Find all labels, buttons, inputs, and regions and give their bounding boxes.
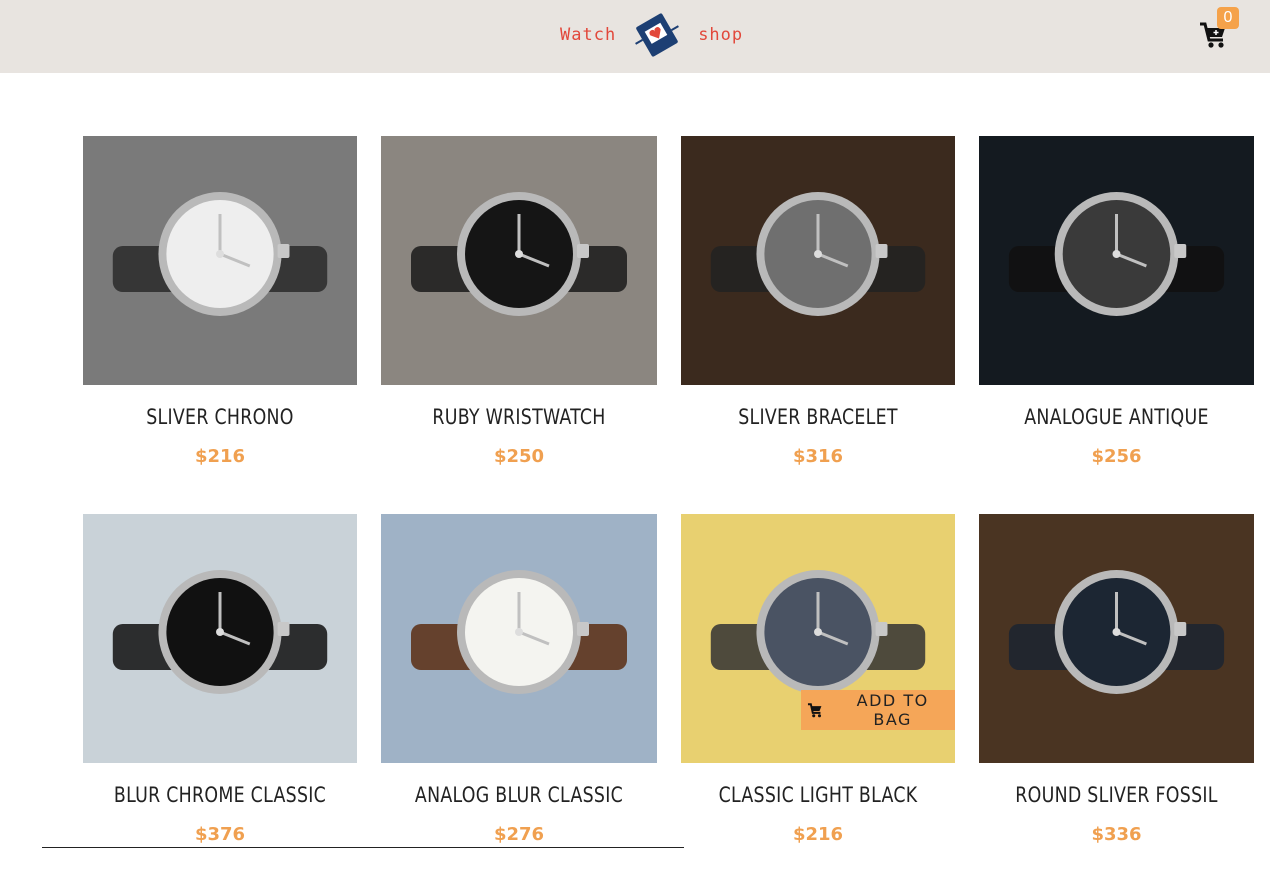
product-price: $336 bbox=[1091, 824, 1142, 845]
product-card[interactable]: BLUR CHROME CLASSIC $376 bbox=[83, 514, 357, 892]
product-image[interactable]: ADD TO BAG bbox=[681, 514, 955, 763]
product-price: $250 bbox=[493, 446, 545, 467]
brand[interactable]: Watch shop bbox=[560, 6, 743, 64]
divider bbox=[384, 847, 684, 848]
product-card[interactable]: ANALOGUE ANTIQUE $256 bbox=[979, 136, 1254, 514]
watch-icon bbox=[1008, 570, 1225, 694]
product-grid: SLIVER CHRONO $216 RUBY WRISTWATCH $250 SLIV… bbox=[83, 136, 1254, 892]
watch-icon bbox=[112, 192, 328, 316]
product-name[interactable]: RUBY WRISTWATCH bbox=[392, 405, 646, 429]
product-image[interactable] bbox=[83, 514, 357, 763]
product-price: $256 bbox=[1091, 446, 1142, 467]
cart-icon bbox=[807, 703, 822, 718]
cart-button[interactable]: 0 bbox=[1198, 7, 1242, 56]
product-price: $216 bbox=[194, 446, 246, 467]
product-image[interactable] bbox=[83, 136, 357, 385]
add-to-bag-label: ADD TO BAG bbox=[856, 691, 929, 729]
product-price: $316 bbox=[792, 446, 844, 467]
product-name[interactable]: SLIVER BRACELET bbox=[692, 405, 944, 429]
product-name[interactable]: ANALOGUE ANTIQUE bbox=[990, 405, 1243, 429]
add-to-bag-button[interactable]: ADD TO BAG bbox=[801, 690, 955, 730]
product-image[interactable] bbox=[681, 136, 955, 385]
product-card[interactable]: ROUND SLIVER FOSSIL $336 bbox=[979, 514, 1254, 892]
watch-icon bbox=[112, 570, 328, 694]
product-name[interactable]: CLASSIC LIGHT BLACK bbox=[692, 783, 944, 807]
product-name[interactable]: SLIVER CHRONO bbox=[94, 405, 346, 429]
product-card[interactable]: SLIVER CHRONO $216 bbox=[83, 136, 357, 514]
navbar: Watch shop 0 bbox=[0, 0, 1270, 73]
watch-icon bbox=[710, 192, 926, 316]
brand-text-left: Watch bbox=[560, 25, 617, 45]
product-price: $216 bbox=[792, 824, 844, 845]
cart-count-badge: 0 bbox=[1217, 7, 1239, 29]
product-card[interactable]: ANALOG BLUR CLASSIC $276 bbox=[381, 514, 657, 892]
product-name[interactable]: ROUND SLIVER FOSSIL bbox=[990, 783, 1243, 807]
product-card[interactable]: RUBY WRISTWATCH $250 bbox=[381, 136, 657, 514]
watch-icon bbox=[411, 192, 627, 316]
product-image[interactable] bbox=[381, 136, 657, 385]
divider bbox=[42, 847, 384, 848]
logo-icon bbox=[635, 13, 680, 57]
product-image[interactable] bbox=[381, 514, 657, 763]
product-card[interactable]: ADD TO BAG CLASSIC LIGHT BLACK $216 bbox=[681, 514, 955, 892]
watch-icon bbox=[1008, 192, 1225, 316]
watch-icon bbox=[411, 570, 627, 694]
product-price: $276 bbox=[493, 824, 545, 845]
product-image[interactable] bbox=[979, 136, 1254, 385]
brand-text-right: shop bbox=[698, 25, 744, 45]
product-price: $376 bbox=[194, 824, 246, 845]
product-name[interactable]: ANALOG BLUR CLASSIC bbox=[392, 783, 646, 807]
product-image[interactable] bbox=[979, 514, 1254, 763]
product-card[interactable]: SLIVER BRACELET $316 bbox=[681, 136, 955, 514]
product-name[interactable]: BLUR CHROME CLASSIC bbox=[94, 783, 346, 807]
